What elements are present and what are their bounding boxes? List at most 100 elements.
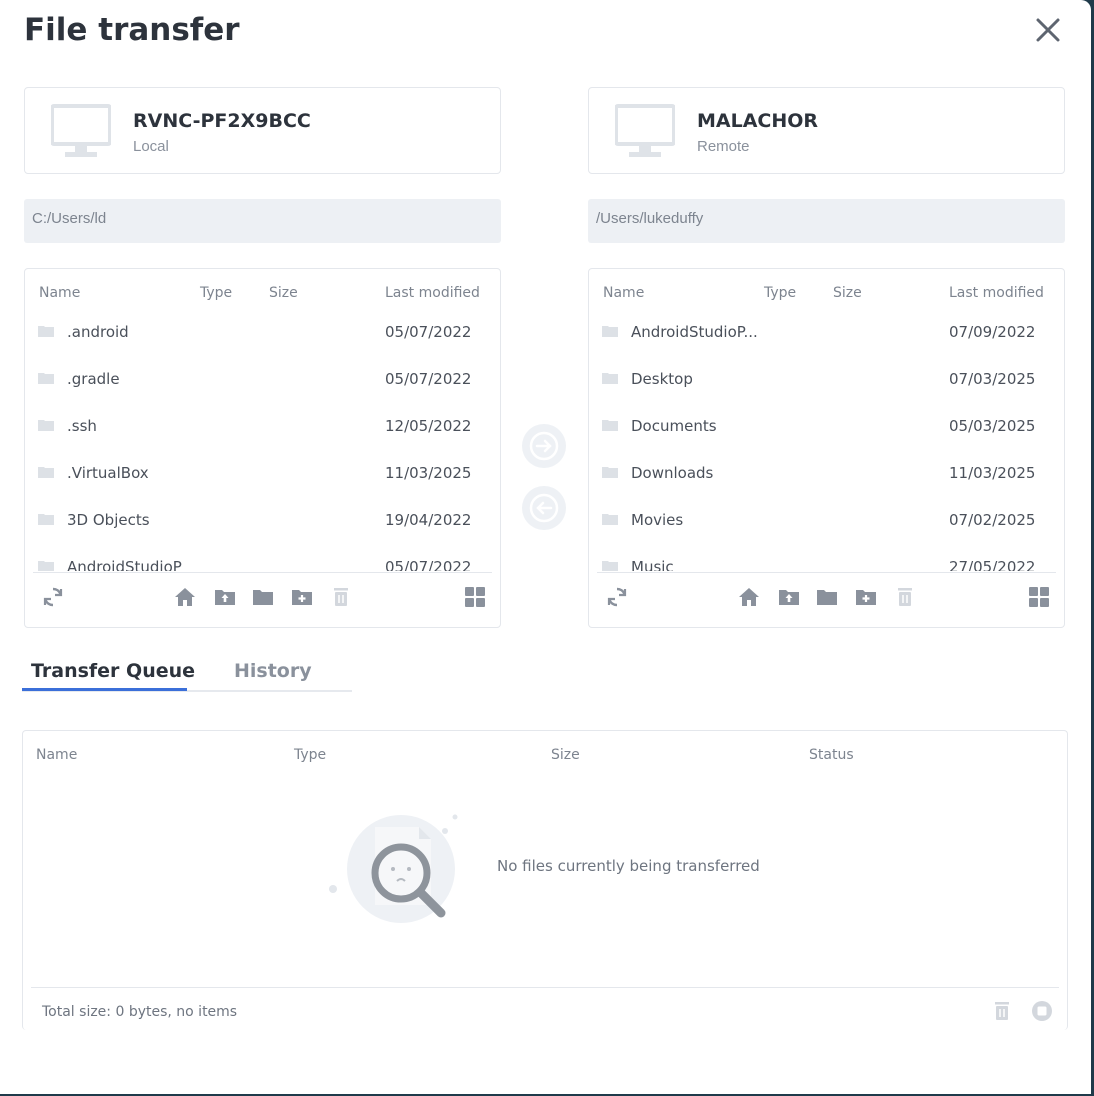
refresh-icon[interactable] xyxy=(41,585,65,609)
file-row[interactable]: AndroidStudioP 05/07/2022 xyxy=(25,544,500,571)
file-name: Music xyxy=(631,558,674,571)
queue-column-status[interactable]: Status xyxy=(809,747,854,763)
home-icon[interactable] xyxy=(173,585,197,609)
folder-icon[interactable] xyxy=(251,585,275,609)
file-modified: 05/07/2022 xyxy=(385,323,472,341)
arrow-left-circle-icon[interactable] xyxy=(522,486,566,530)
file-modified: 05/07/2022 xyxy=(385,558,472,571)
remote-file-list: AndroidStudioP... 07/09/2022 Desktop 07/… xyxy=(589,309,1064,571)
column-header-name[interactable]: Name xyxy=(603,285,644,301)
new-folder-icon[interactable] xyxy=(854,585,878,609)
folder-icon xyxy=(602,467,618,478)
column-header-modified[interactable]: Last modified xyxy=(385,285,480,301)
folder-icon xyxy=(38,467,54,478)
toolbar-divider xyxy=(597,572,1056,573)
trash-icon[interactable] xyxy=(893,585,917,609)
file-name: .VirtualBox xyxy=(67,464,149,482)
file-name: AndroidStudioP xyxy=(67,558,182,571)
home-icon[interactable] xyxy=(737,585,761,609)
grid-view-icon[interactable] xyxy=(1027,585,1051,609)
file-row[interactable]: .ssh 12/05/2022 xyxy=(25,403,500,450)
file-name: AndroidStudioP... xyxy=(631,323,758,341)
file-modified: 07/02/2025 xyxy=(949,511,1036,529)
folder-icon xyxy=(38,373,54,384)
grid-view-icon[interactable] xyxy=(463,585,487,609)
file-name: .android xyxy=(67,323,129,341)
file-modified: 05/07/2022 xyxy=(385,370,472,388)
refresh-icon[interactable] xyxy=(605,585,629,609)
file-name: .gradle xyxy=(67,370,120,388)
local-host-name: RVNC-PF2X9BCC xyxy=(133,110,311,132)
queue-column-name[interactable]: Name xyxy=(36,747,77,763)
remote-host-role: Remote xyxy=(697,138,750,155)
remote-host-card: MALACHOR Remote xyxy=(588,87,1065,174)
toolbar-divider xyxy=(33,572,492,573)
close-icon[interactable] xyxy=(1032,14,1064,46)
folder-icon[interactable] xyxy=(815,585,839,609)
remote-file-browser: Name Type Size Last modified AndroidStud… xyxy=(588,268,1065,628)
remote-path-field[interactable]: /Users/lukeduffy xyxy=(588,199,1065,243)
file-transfer-dialog: File transfer RVNC-PF2X9BCC Local MALACH… xyxy=(0,0,1091,1094)
file-row[interactable]: .VirtualBox 11/03/2025 xyxy=(25,450,500,497)
folder-icon xyxy=(602,326,618,337)
local-file-list: .android 05/07/2022 .gradle 05/07/2022 .… xyxy=(25,309,500,571)
file-modified: 12/05/2022 xyxy=(385,417,472,435)
remote-host-name: MALACHOR xyxy=(697,110,819,132)
folder-icon xyxy=(602,420,618,431)
queue-divider xyxy=(31,987,1059,988)
file-name: .ssh xyxy=(67,417,97,435)
file-name: Documents xyxy=(631,417,717,435)
folder-up-icon[interactable] xyxy=(777,585,801,609)
file-name: Desktop xyxy=(631,370,693,388)
file-row[interactable]: Desktop 07/03/2025 xyxy=(589,356,1064,403)
folder-icon xyxy=(38,561,54,571)
queue-column-type[interactable]: Type xyxy=(294,747,326,763)
file-row[interactable]: .gradle 05/07/2022 xyxy=(25,356,500,403)
column-header-size[interactable]: Size xyxy=(833,285,862,301)
file-row[interactable]: .android 05/07/2022 xyxy=(25,309,500,356)
folder-icon xyxy=(602,561,618,571)
file-modified: 11/03/2025 xyxy=(949,464,1036,482)
file-name: 3D Objects xyxy=(67,511,150,529)
column-header-name[interactable]: Name xyxy=(39,285,80,301)
trash-icon[interactable] xyxy=(990,999,1014,1023)
folder-icon xyxy=(602,373,618,384)
file-modified: 19/04/2022 xyxy=(385,511,472,529)
tab-transfer-queue[interactable]: Transfer Queue xyxy=(31,660,195,682)
file-row[interactable]: Documents 05/03/2025 xyxy=(589,403,1064,450)
local-file-browser: Name Type Size Last modified .android 05… xyxy=(24,268,501,628)
folder-icon xyxy=(38,514,54,525)
folder-icon xyxy=(38,326,54,337)
folder-icon xyxy=(602,514,618,525)
arrow-right-circle-icon[interactable] xyxy=(522,424,566,468)
file-row[interactable]: AndroidStudioP... 07/09/2022 xyxy=(589,309,1064,356)
dialog-title: File transfer xyxy=(24,12,240,48)
file-modified: 27/05/2022 xyxy=(949,558,1036,571)
new-folder-icon[interactable] xyxy=(290,585,314,609)
file-row[interactable]: Music 27/05/2022 xyxy=(589,544,1064,571)
file-row[interactable]: Movies 07/02/2025 xyxy=(589,497,1064,544)
file-row[interactable]: Downloads 11/03/2025 xyxy=(589,450,1064,497)
file-modified: 05/03/2025 xyxy=(949,417,1036,435)
stop-circle-icon[interactable] xyxy=(1030,999,1054,1023)
file-modified: 11/03/2025 xyxy=(385,464,472,482)
column-header-size[interactable]: Size xyxy=(269,285,298,301)
folder-up-icon[interactable] xyxy=(213,585,237,609)
queue-column-size[interactable]: Size xyxy=(551,747,580,763)
queue-tabs: Transfer Queue History xyxy=(22,654,352,692)
monitor-icon xyxy=(615,104,675,157)
file-modified: 07/09/2022 xyxy=(949,323,1036,341)
empty-queue-message: No files currently being transferred xyxy=(497,857,760,875)
monitor-icon xyxy=(51,104,111,157)
local-host-role: Local xyxy=(133,138,169,155)
trash-icon[interactable] xyxy=(329,585,353,609)
tab-history[interactable]: History xyxy=(234,660,312,682)
file-row[interactable]: 3D Objects 19/04/2022 xyxy=(25,497,500,544)
local-path-field[interactable]: C:/Users/ld xyxy=(24,199,501,243)
column-header-modified[interactable]: Last modified xyxy=(949,285,1044,301)
column-header-type[interactable]: Type xyxy=(200,285,232,301)
file-name: Movies xyxy=(631,511,684,529)
local-host-card: RVNC-PF2X9BCC Local xyxy=(24,87,501,174)
file-name: Downloads xyxy=(631,464,714,482)
column-header-type[interactable]: Type xyxy=(764,285,796,301)
